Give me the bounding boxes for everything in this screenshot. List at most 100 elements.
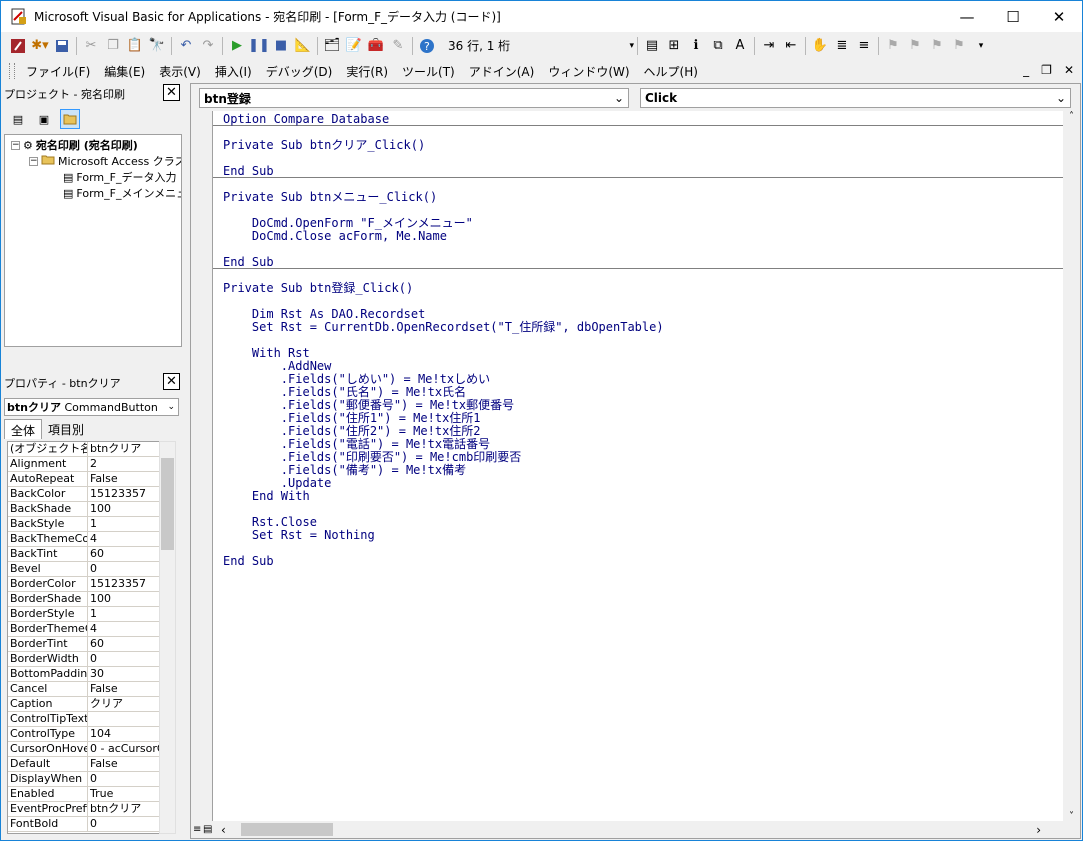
code-line[interactable]: End With (223, 490, 664, 503)
property-row[interactable]: DisplayWhen 0 (8, 772, 174, 787)
property-row[interactable]: AutoRepeat False (8, 472, 174, 487)
view-code-icon[interactable]: ▤ (8, 109, 28, 129)
property-row[interactable]: BackThemeCol 4 (8, 532, 174, 547)
redo-icon[interactable]: ↷ (197, 35, 219, 57)
code-vertical-scrollbar[interactable]: ˄ ˅ (1063, 111, 1080, 822)
help-icon[interactable]: ? (416, 35, 438, 57)
procedure-combo[interactable]: Click ⌄ (640, 88, 1071, 108)
property-row[interactable]: BorderThemeC 4 (8, 622, 174, 637)
code-line[interactable]: Set Rst = CurrentDb.OpenRecordset("T_住所録… (223, 321, 664, 334)
scroll-up-icon[interactable]: ˄ (1069, 111, 1074, 122)
menu-addins[interactable]: アドイン(A) (462, 63, 542, 80)
object-browser-icon[interactable]: 🧰 (365, 35, 387, 57)
tab-categorized[interactable]: 項目別 (42, 419, 90, 439)
code-line[interactable]: DoCmd.Close acForm, Me.Name (223, 230, 664, 243)
parameter-info-icon[interactable]: ⧉ (707, 35, 729, 57)
code-line[interactable] (223, 542, 664, 555)
property-row[interactable]: Caption クリア (8, 697, 174, 712)
design-mode-icon[interactable]: 📐 (292, 35, 314, 57)
complete-word-icon[interactable]: A (729, 35, 751, 57)
menu-help[interactable]: ヘルプ(H) (637, 63, 705, 80)
mdi-minimize-button[interactable]: _ (1023, 63, 1029, 77)
property-row[interactable]: BorderTint 60 (8, 637, 174, 652)
property-row[interactable]: BackStyle 1 (8, 517, 174, 532)
menu-edit[interactable]: 編集(E) (97, 63, 152, 80)
property-row[interactable]: EventProcPrefi btnクリア (8, 802, 174, 817)
code-horizontal-scrollbar[interactable]: ≡ ▤ ‹ › (191, 821, 1063, 838)
code-line[interactable] (223, 152, 664, 165)
comment-block-icon[interactable]: ≣ (831, 35, 853, 57)
tab-alphabetic[interactable]: 全体 (4, 419, 43, 439)
menu-tools[interactable]: ツール(T) (395, 63, 462, 80)
scroll-left-icon[interactable]: ‹ (221, 823, 235, 837)
code-editor[interactable]: Option Compare Database Private Sub btnクリ… (212, 111, 1064, 822)
toggle-bookmark-icon[interactable]: ⚑ (882, 35, 904, 57)
menu-run[interactable]: 実行(R) (339, 63, 395, 80)
indent-icon[interactable]: ⇥ (758, 35, 780, 57)
cut-icon[interactable]: ✂ (80, 35, 102, 57)
property-row[interactable]: ControlType 104 (8, 727, 174, 742)
mdi-restore-button[interactable]: ❐ (1041, 63, 1052, 77)
clear-bookmarks-icon[interactable]: ⚑ (948, 35, 970, 57)
property-row[interactable]: Bevel 0 (8, 562, 174, 577)
property-row[interactable]: ControlTipText (8, 712, 174, 727)
menu-file[interactable]: ファイル(F) (19, 63, 97, 80)
project-explorer-close-button[interactable]: ✕ (163, 84, 180, 101)
paste-icon[interactable]: 📋 (124, 35, 146, 57)
scroll-thumb[interactable] (241, 823, 333, 836)
properties-close-button[interactable]: ✕ (163, 373, 180, 390)
code-line[interactable] (223, 243, 664, 256)
save-icon[interactable] (51, 35, 73, 57)
chevron-down-icon[interactable]: ⌄ (1056, 91, 1066, 105)
next-bookmark-icon[interactable]: ⚑ (904, 35, 926, 57)
quick-info-icon[interactable]: ℹ (685, 35, 707, 57)
copy-icon[interactable]: ❐ (102, 35, 124, 57)
previous-bookmark-icon[interactable]: ⚑ (926, 35, 948, 57)
toggle-folders-icon[interactable] (60, 109, 80, 129)
code-text[interactable]: Option Compare Database Private Sub btnクリ… (223, 113, 664, 568)
mdi-close-button[interactable]: ✕ (1064, 63, 1074, 77)
scroll-down-icon[interactable]: ˅ (1069, 811, 1074, 822)
property-row[interactable]: Alignment 2 (8, 457, 174, 472)
collapse-icon[interactable]: − (11, 140, 20, 150)
menu-view[interactable]: 表示(V) (152, 63, 208, 80)
tree-node-form[interactable]: ▤ Form_F_データ入力 (63, 169, 176, 185)
property-row[interactable]: (オブジェクト名) btnクリア (8, 442, 174, 457)
break-icon[interactable]: ❚❚ (248, 35, 270, 57)
property-row[interactable]: CursorOnHover 0 - acCursorO (8, 742, 174, 757)
toolbox-icon[interactable]: ✎ (387, 35, 409, 57)
uncomment-block-icon[interactable]: ≡ (853, 35, 875, 57)
tree-node-folder[interactable]: − Microsoft Access クラス (29, 153, 181, 169)
tree-horizontal-scrollbar[interactable]: ‹ › (5, 346, 181, 347)
property-row[interactable]: Default False (8, 757, 174, 772)
code-line[interactable]: Private Sub btnメニュー_Click() (223, 191, 664, 204)
object-selector[interactable]: btnクリア CommandButton ⌄ (4, 398, 179, 416)
view-object-icon[interactable]: ▣ (34, 109, 54, 129)
collapse-icon[interactable]: − (29, 156, 38, 166)
property-row[interactable]: Cancel False (8, 682, 174, 697)
pane-splitter[interactable] (182, 83, 190, 839)
menu-insert[interactable]: 挿入(I) (208, 63, 259, 80)
property-row[interactable]: BackShade 100 (8, 502, 174, 517)
undo-icon[interactable]: ↶ (175, 35, 197, 57)
code-line[interactable]: Private Sub btn登録_Click() (223, 282, 664, 295)
code-margin-indicator[interactable] (191, 111, 212, 822)
chevron-down-icon[interactable]: ⌄ (614, 91, 624, 105)
find-icon[interactable]: 🔭 (146, 35, 168, 57)
chevron-down-icon[interactable]: ⌄ (167, 402, 175, 412)
properties-vertical-scrollbar[interactable] (159, 441, 176, 834)
property-row[interactable]: FontBold 0 (8, 817, 174, 832)
minimize-button[interactable]: — (944, 1, 990, 32)
list-properties-icon[interactable]: ▤ (641, 35, 663, 57)
tree-node-project[interactable]: − ⚙ 宛名印刷 (宛名印刷) (11, 137, 138, 153)
view-access-icon[interactable] (7, 35, 29, 57)
property-row[interactable]: BottomPadding 30 (8, 667, 174, 682)
outdent-icon[interactable]: ⇤ (780, 35, 802, 57)
menu-grip[interactable] (9, 63, 15, 79)
tree-node-form[interactable]: ▤ Form_F_メインメニュー (63, 185, 181, 201)
scroll-right-icon[interactable]: › (1036, 823, 1041, 837)
code-line[interactable]: End Sub (223, 165, 664, 178)
maximize-button[interactable]: ☐ (990, 1, 1036, 32)
code-line[interactable]: Option Compare Database (223, 113, 664, 126)
scroll-thumb[interactable] (161, 458, 174, 550)
